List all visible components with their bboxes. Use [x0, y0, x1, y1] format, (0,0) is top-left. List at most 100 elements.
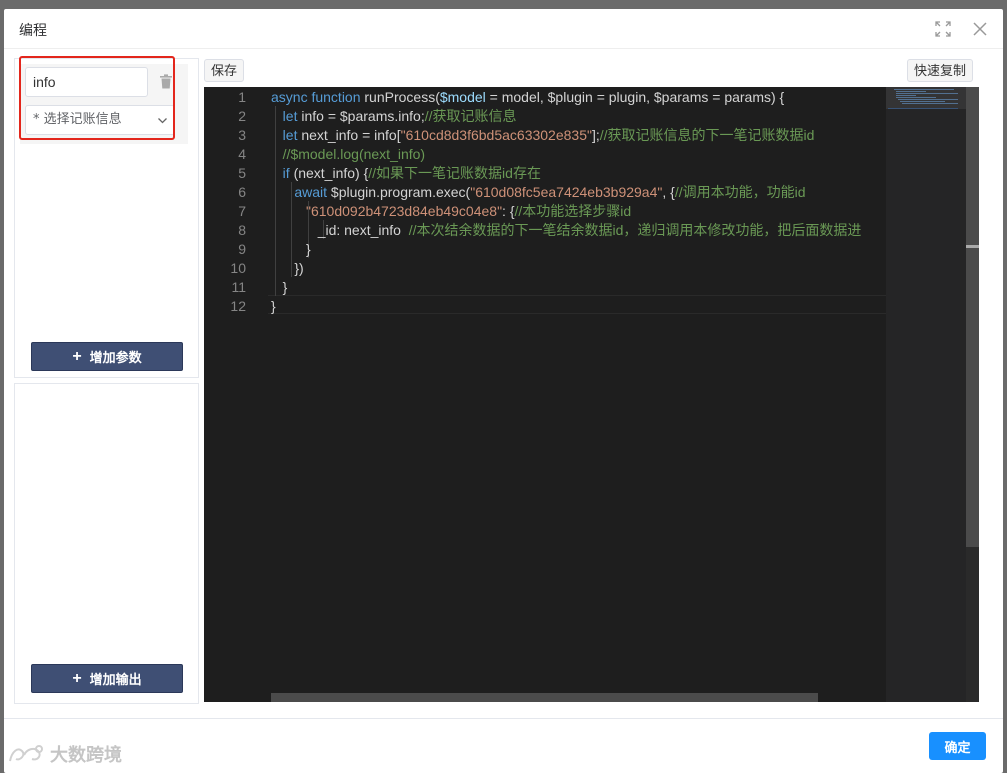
code-token: })	[271, 260, 304, 276]
line-number: 2	[238, 108, 246, 124]
minimap-line	[896, 93, 958, 94]
minimap-line	[896, 91, 926, 92]
param-type-select[interactable]: * 选择记账信息	[25, 105, 175, 135]
watermark: 大数跨境	[6, 740, 122, 768]
scrollbar-marker	[966, 245, 979, 248]
plus-icon: +	[72, 347, 82, 365]
minimap-line	[900, 101, 945, 102]
code-line: }	[271, 278, 288, 297]
code-token: ];	[591, 127, 600, 143]
add-output-button[interactable]: + 增加输出	[31, 664, 183, 693]
code-token: //如果下一笔记账数据id存在	[368, 165, 541, 181]
plus-icon: +	[72, 669, 82, 687]
code-token: //$model.log(next_info)	[282, 146, 426, 162]
param-select-placeholder: * 选择记账信息	[33, 112, 122, 127]
code-token: next_info = info[	[301, 127, 401, 143]
trash-icon[interactable]	[159, 74, 173, 89]
line-number: 1	[238, 89, 246, 105]
code-token: info = $params.info;	[301, 108, 425, 124]
vertical-scrollbar-thumb[interactable]	[966, 87, 979, 547]
add-param-label: 增加参数	[89, 350, 142, 365]
save-button[interactable]: 保存	[204, 59, 245, 82]
code-token: //获取记账信息的下一笔记账数据id	[599, 127, 815, 143]
params-panel: info * 选择记账信息 + 增加参数	[14, 58, 199, 378]
minimap-line	[894, 89, 954, 90]
minimap-line	[898, 99, 958, 100]
code-line: let next_info = info["610cd8d3f6bd5ac633…	[271, 126, 815, 145]
line-number: 11	[231, 279, 246, 295]
minimap[interactable]	[886, 87, 966, 702]
code-line: })	[271, 259, 304, 278]
line-number: 6	[238, 184, 246, 200]
line-number: 10	[230, 260, 246, 276]
line-number: 8	[238, 222, 246, 238]
code-token: if	[282, 165, 294, 181]
fullscreen-icon[interactable]	[935, 21, 951, 37]
dialog-title: 编程	[19, 23, 47, 39]
code-line: if (next_info) {//如果下一笔记账数据id存在	[271, 164, 541, 183]
dialog-header: 编程	[4, 9, 1003, 49]
add-param-button[interactable]: + 增加参数	[31, 342, 183, 371]
code-token: _id: next_info	[317, 222, 409, 238]
code-token: await	[294, 184, 331, 200]
minimap-line	[888, 108, 958, 109]
code-token: = model, $plugin = plugin, $params = par…	[485, 89, 785, 105]
chevron-down-icon	[157, 115, 168, 126]
code-line: _id: next_info //本次结余数据的下一笔结余数据id，递归调用本修…	[271, 221, 862, 240]
code-token: }	[271, 279, 288, 295]
code-line: await $plugin.program.exec("610d08fc5ea7…	[271, 183, 806, 202]
horizontal-scrollbar-thumb[interactable]	[271, 693, 818, 702]
code-line: }	[271, 297, 276, 316]
code-token: //本次结余数据的下一笔结余数据id，递归调用本修改功能，把后面数据进	[408, 222, 862, 238]
add-output-label: 增加输出	[89, 672, 142, 687]
confirm-button[interactable]: 确定	[929, 732, 986, 760]
code-line: "610d092b4723d84eb49c04e8": {//本功能选择步骤id	[271, 202, 631, 221]
code-token: (next_info) {	[293, 165, 369, 181]
programming-dialog: 编程 info * 选择记账信息 + 增加参数 + 增加输出 保存 快速复制 1…	[4, 9, 1003, 773]
code-text-area[interactable]: async function runProcess($model = model…	[271, 87, 885, 702]
code-line: async function runProcess($model = model…	[271, 88, 784, 107]
code-token: //本功能选择步骤id	[514, 203, 632, 219]
line-number: 5	[238, 165, 246, 181]
code-token: }	[271, 241, 311, 257]
code-line: let info = $params.info;//获取记账信息	[271, 107, 517, 126]
param-name-input[interactable]: info	[25, 67, 148, 97]
code-token: , {	[662, 184, 675, 200]
minimap-line	[896, 95, 916, 96]
quick-copy-button[interactable]: 快速复制	[907, 59, 974, 82]
code-line: //$model.log(next_info)	[271, 145, 425, 164]
minimap-line	[902, 103, 958, 104]
code-token: let	[282, 127, 302, 143]
code-line: }	[271, 240, 311, 259]
code-token: "610cd8d3f6bd5ac63302e835"	[400, 127, 592, 143]
minimap-line	[896, 97, 936, 98]
code-editor[interactable]: 1 2 3 4 5 6 7 8 9 10 11 12 async function runProces…	[204, 87, 979, 702]
line-number-gutter: 1 2 3 4 5 6 7 8 9 10 11 12	[204, 87, 264, 702]
code-token: $plugin.program.exec(	[330, 184, 471, 200]
code-token: //调用本功能，功能id	[674, 184, 806, 200]
code-token: "610d08fc5ea7424eb3b929a4"	[470, 184, 663, 200]
watermark-text: 大数跨境	[50, 745, 122, 766]
param-row: info * 选择记账信息	[20, 64, 188, 144]
code-token: $model	[439, 89, 486, 105]
code-token: }	[271, 298, 276, 314]
code-token: runProcess(	[364, 89, 440, 105]
outputs-panel: + 增加输出	[14, 383, 199, 704]
dialog-footer: 确定	[4, 718, 1003, 773]
watermark-logo-icon	[9, 745, 43, 762]
code-token: "610d092b4723d84eb49c04e8"	[306, 203, 503, 219]
line-number: 7	[238, 203, 246, 219]
close-icon[interactable]	[972, 21, 988, 37]
line-number: 12	[230, 298, 246, 314]
code-token: let	[282, 108, 302, 124]
line-number: 3	[238, 127, 246, 143]
line-number: 4	[238, 146, 246, 162]
code-token: : {	[502, 203, 515, 219]
